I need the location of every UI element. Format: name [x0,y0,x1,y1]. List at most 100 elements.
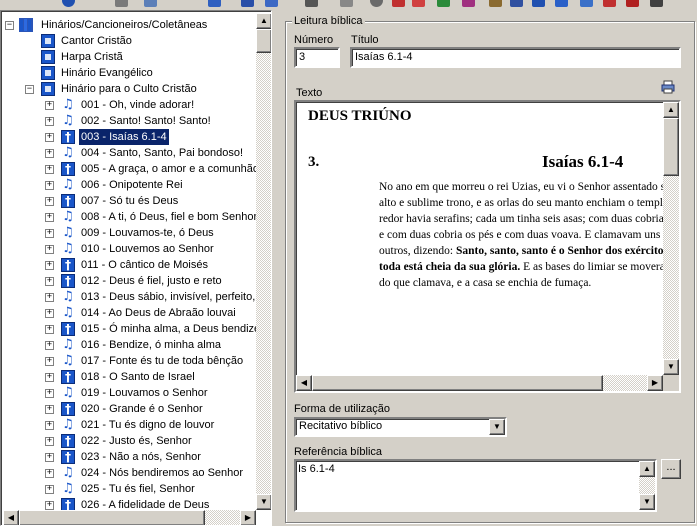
tree-hymn-label: 007 - Só tu és Deus [81,195,179,207]
hymnal-book-icon [41,34,55,48]
expand-toggle-icon[interactable]: + [45,373,54,382]
ref-scroll-up-button[interactable]: ▲ [639,461,655,477]
text-hscroll-thumb[interactable] [312,375,603,391]
text-scroll-up-button[interactable]: ▲ [663,102,679,118]
expand-toggle-icon[interactable]: + [45,341,54,350]
tree-hymn-label: 021 - Tu és digno de louvor [81,419,215,431]
tree-hymn-label: 002 - Santo! Santo! Santo! [81,115,211,127]
toolbar-icon[interactable] [580,0,593,7]
expand-toggle-icon[interactable]: + [45,469,54,478]
expand-toggle-icon[interactable]: + [45,453,54,462]
expand-toggle-icon[interactable]: + [45,437,54,446]
tree-hymn-label: 017 - Fonte és tu de toda bênção [81,355,244,367]
expand-toggle-icon[interactable]: + [45,421,54,430]
tree-book-label: Harpa Cristã [61,51,123,63]
tree-hymn-label: 013 - Deus sábio, invisível, perfeito, i [81,291,256,303]
tree-scroll-up-button[interactable]: ▲ [256,13,271,29]
music-note-icon: ♫ [61,145,75,160]
toolbar-icon[interactable] [265,0,278,7]
tree-scroll-thumb[interactable] [256,29,271,53]
toolbar-icon[interactable] [510,0,523,7]
browse-reference-button[interactable]: ... [661,459,681,479]
expand-toggle-icon[interactable]: + [45,133,54,142]
expand-toggle-icon[interactable]: + [45,229,54,238]
text-viewer[interactable]: DEUS TRIÚNO 3. Isaías 6.1-4 No ano em qu… [294,100,681,393]
hymnal-book-icon [41,82,55,96]
toolbar-icon[interactable] [208,0,221,7]
expand-toggle-icon[interactable]: + [45,485,54,494]
hymnal-tree[interactable]: − Hinários/Cancioneiros/Coletâneas Canto… [1,13,256,510]
toolbar-icon[interactable] [489,0,502,7]
scripture-document: DEUS TRIÚNO 3. Isaías 6.1-4 No ano em qu… [308,108,679,289]
toolbar-icon[interactable] [626,0,639,7]
expand-toggle-icon[interactable]: + [45,277,54,286]
expand-toggle-icon[interactable]: + [45,213,54,222]
referencia-field[interactable]: Is 6.1-4 ▲ ▼ [294,459,657,512]
document-heading: DEUS TRIÚNO [308,108,412,124]
text-scroll-right-button[interactable]: ▶ [647,375,663,391]
toolbar-icon[interactable] [115,0,128,7]
expand-toggle-icon[interactable]: + [45,197,54,206]
toolbar-icon[interactable] [650,0,663,7]
titulo-field[interactable]: Isaías 6.1-4 [350,47,681,68]
toolbar-icon[interactable] [412,0,425,7]
forma-select[interactable]: Recitativo bíblico ▼ [294,417,507,437]
expand-toggle-icon[interactable]: + [45,149,54,158]
expand-toggle-icon[interactable]: + [45,309,54,318]
expand-toggle-icon[interactable]: + [45,293,54,302]
toolbar-icon[interactable] [305,0,318,7]
text-scroll-thumb[interactable] [663,118,679,176]
expand-toggle-icon[interactable]: + [45,405,54,414]
toolbar-icon[interactable] [370,0,383,7]
toolbar-icon[interactable] [437,0,450,7]
numero-field[interactable]: 3 [294,47,340,68]
ref-scroll-down-button[interactable]: ▼ [639,494,655,510]
tree-hymn-label: 009 - Louvamos-te, ó Deus [81,227,214,239]
expand-toggle-icon[interactable]: + [45,181,54,190]
music-note-icon: ♫ [61,225,75,240]
music-note-icon: ♫ [61,97,75,112]
expand-toggle-icon[interactable]: + [45,357,54,366]
expand-toggle-icon[interactable]: + [45,325,54,334]
bible-reading-icon: † [61,434,75,448]
toolbar-save-icon[interactable] [241,0,254,7]
text-hscroll-track[interactable] [603,375,647,391]
tree-root-label: Hinários/Cancioneiros/Coletâneas [41,19,208,31]
expand-toggle-icon[interactable]: + [45,165,54,174]
print-icon[interactable] [661,80,675,94]
expand-toggle-icon[interactable]: + [45,245,54,254]
toolbar-icon[interactable] [555,0,568,7]
chevron-down-icon[interactable]: ▼ [489,419,505,435]
collapse-toggle-icon[interactable]: − [25,85,34,94]
tree-hymn-label: 025 - Tu és fiel, Senhor [81,483,195,495]
toolbar-icon[interactable] [144,0,157,7]
music-note-icon: ♫ [61,337,75,352]
toolbar-help-icon[interactable] [62,0,75,7]
toolbar-icon[interactable] [392,0,405,7]
document-number: 3. [308,154,320,170]
toolbar-icon[interactable] [340,0,353,7]
text-scroll-left-button[interactable]: ◀ [296,375,312,391]
tree-scroll-down-button[interactable]: ▼ [256,494,271,510]
expand-toggle-icon[interactable]: + [45,389,54,398]
tree-hscroll-thumb[interactable] [19,510,205,525]
ref-scroll-track[interactable] [639,477,655,494]
bible-reading-icon: † [61,162,75,176]
toolbar-icon[interactable] [532,0,545,7]
expand-toggle-icon[interactable]: + [45,101,54,110]
bible-reading-icon: † [61,370,75,384]
tree-scroll-left-button[interactable]: ◀ [3,510,19,525]
bible-reading-icon: † [61,402,75,416]
forma-label: Forma de utilização [294,403,390,415]
collapse-toggle-icon[interactable]: − [5,21,14,30]
toolbar-icon[interactable] [462,0,475,7]
text-scroll-track[interactable] [663,176,679,359]
hymnal-tree-panel: − Hinários/Cancioneiros/Coletâneas Canto… [0,10,272,526]
tree-scroll-right-button[interactable]: ▶ [240,510,256,525]
text-scroll-down-button[interactable]: ▼ [663,359,679,375]
expand-toggle-icon[interactable]: + [45,261,54,270]
toolbar-icon[interactable] [603,0,616,7]
expand-toggle-icon[interactable]: + [45,501,54,510]
tree-scroll-track[interactable] [256,29,271,494]
expand-toggle-icon[interactable]: + [45,117,54,126]
